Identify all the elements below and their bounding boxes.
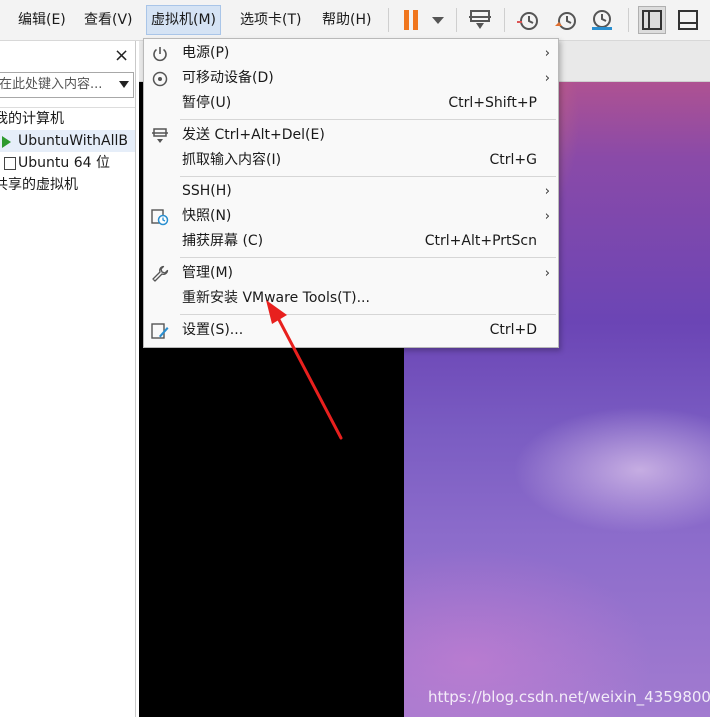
menu-separator: [180, 257, 556, 258]
chevron-right-icon: ›: [544, 71, 550, 86]
menu-tabs[interactable]: 选项卡(T): [236, 6, 305, 34]
menu-item-snapshot[interactable]: 快照(N) ›: [144, 204, 558, 229]
menu-item-label: SSH(H): [182, 183, 232, 199]
view-console-icon[interactable]: [674, 6, 702, 34]
library-tree: 我的计算机 UbuntuWithAllB Ubuntu 64 位 共享的虚拟机: [0, 107, 135, 196]
watermark: https://blog.csdn.net/weixin_43598006: [428, 688, 710, 706]
menu-item-label: 抓取输入内容(I): [182, 152, 282, 168]
disc-icon: [150, 69, 170, 89]
menu-item-pause[interactable]: 暂停(U) Ctrl+Shift+P: [144, 91, 558, 116]
menu-item-shortcut: Ctrl+Shift+P: [448, 95, 537, 111]
view-library-icon[interactable]: [638, 6, 666, 34]
chevron-right-icon: ›: [544, 209, 550, 224]
menu-item-label: 捕获屏幕 (C): [182, 233, 264, 249]
menu-item-label: 重新安装 VMware Tools(T)...: [182, 290, 370, 306]
toolbar-separator: [456, 8, 457, 32]
settings-icon: [150, 321, 170, 341]
snapshot-revert-icon[interactable]: [552, 6, 580, 34]
menu-item-label: 设置(S)...: [182, 322, 244, 338]
running-vm-icon: [2, 136, 11, 148]
menu-bar: 编辑(E) 查看(V) 虚拟机(M) 选项卡(T) 帮助(H): [0, 0, 710, 41]
menu-item-capture-screen[interactable]: 捕获屏幕 (C) Ctrl+Alt+PrtScn: [144, 229, 558, 254]
send-ctrl-alt-del-icon[interactable]: [466, 6, 494, 34]
menu-view[interactable]: 查看(V): [80, 6, 137, 34]
menu-vm[interactable]: 虚拟机(M): [146, 5, 222, 35]
menu-item-shortcut: Ctrl+G: [489, 152, 538, 168]
menu-help[interactable]: 帮助(H): [318, 6, 375, 34]
snapshot-icon: [150, 207, 170, 227]
vm-menu-dropdown: 电源(P) › 可移动设备(D) › 暂停(U) Ctrl+Shift+P 发送…: [143, 38, 559, 348]
menu-separator: [180, 314, 556, 315]
send-keys-icon: [150, 126, 170, 146]
menu-separator: [180, 119, 556, 120]
menu-item-reinstall-vmware-tools[interactable]: 重新安装 VMware Tools(T)...: [144, 286, 558, 311]
close-icon[interactable]: ×: [114, 45, 129, 66]
menu-item-removable-devices[interactable]: 可移动设备(D) ›: [144, 66, 558, 91]
pause-icon[interactable]: [398, 6, 426, 34]
tree-item-label: UbuntuWithAllB: [18, 133, 128, 149]
tree-item-vm[interactable]: UbuntuWithAllB: [0, 130, 135, 152]
chevron-down-icon[interactable]: [119, 81, 129, 88]
menu-item-label: 可移动设备(D): [182, 70, 274, 86]
tree-root-my-computer[interactable]: 我的计算机: [0, 108, 135, 130]
menu-item-label: 暂停(U): [182, 95, 232, 111]
menu-item-shortcut: Ctrl+Alt+PrtScn: [424, 233, 537, 249]
tree-item-vm[interactable]: Ubuntu 64 位: [0, 152, 135, 174]
power-icon: [150, 44, 170, 64]
toolbar-separator: [388, 8, 389, 32]
menu-item-label: 发送 Ctrl+Alt+Del(E): [182, 127, 325, 143]
toolbar-separator: [504, 8, 505, 32]
vm-icon: [4, 157, 16, 170]
tree-shared-vms[interactable]: 共享的虚拟机: [0, 174, 135, 196]
toolbar-separator: [628, 8, 629, 32]
menu-separator: [180, 176, 556, 177]
snapshot-take-icon[interactable]: [514, 6, 542, 34]
menu-item-power[interactable]: 电源(P) ›: [144, 41, 558, 66]
menu-item-send-ctrl-alt-del[interactable]: 发送 Ctrl+Alt+Del(E): [144, 123, 558, 148]
menu-edit[interactable]: 编辑(E): [14, 6, 70, 34]
menu-item-manage[interactable]: 管理(M) ›: [144, 261, 558, 286]
tree-item-label: Ubuntu 64 位: [18, 155, 110, 171]
menu-item-label: 管理(M): [182, 265, 234, 281]
menu-item-settings[interactable]: 设置(S)... Ctrl+D: [144, 318, 558, 343]
chevron-right-icon: ›: [544, 266, 550, 281]
snapshot-manager-icon[interactable]: [588, 6, 616, 34]
menu-item-shortcut: Ctrl+D: [489, 322, 537, 338]
search-input[interactable]: [0, 73, 107, 95]
chevron-right-icon: ›: [544, 46, 550, 61]
menu-item-ssh[interactable]: SSH(H) ›: [144, 179, 558, 204]
library-panel: × 我的计算机 UbuntuWithAllB Ubuntu 64 位 共享的虚拟…: [0, 41, 136, 717]
menu-item-label: 电源(P): [182, 45, 230, 61]
chevron-right-icon: ›: [544, 184, 550, 199]
wrench-icon: [150, 264, 170, 284]
library-search: [0, 72, 134, 98]
menu-item-grab-input[interactable]: 抓取输入内容(I) Ctrl+G: [144, 148, 558, 173]
dropdown-arrow-icon[interactable]: [424, 6, 446, 34]
menu-item-label: 快照(N): [182, 208, 232, 224]
